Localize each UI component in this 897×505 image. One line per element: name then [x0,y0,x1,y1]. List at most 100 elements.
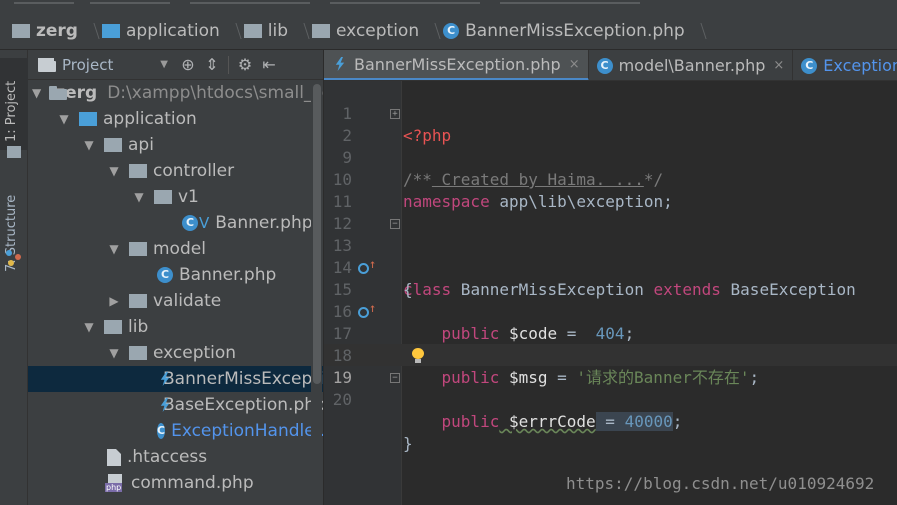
structure-icon [6,250,22,266]
code-line: 12 [324,191,897,233]
tree-item-model[interactable]: ▼ model [28,236,323,262]
tree-item-label: lib [128,317,149,337]
tree-item-label: ExceptionHandler.p [171,421,323,441]
project-view-label: Project [62,55,114,74]
tree-item-lib[interactable]: ▼ lib [28,314,323,340]
folder-icon [129,294,147,308]
tree-item-command-php[interactable]: command.php [28,470,323,496]
breadcrumb-label: exception [336,20,420,41]
breadcrumb-item-file[interactable]: C BannerMissException.php [443,12,685,49]
breadcrumb-item-exception[interactable]: exception [312,12,419,49]
overrides-icon[interactable]: ↑ [358,302,380,319]
gear-icon[interactable]: ⚙ [233,53,257,77]
tree-item-validate[interactable]: ▶ validate [28,288,323,314]
tree-item-label: Banner.php [179,265,277,285]
tree-item-exception-handler[interactable]: C ExceptionHandler.p [28,418,323,444]
breadcrumb-label: BannerMissException.php [465,20,685,41]
tree-item-label: BaseException.php [163,395,323,415]
breadcrumb-item-application[interactable]: application [101,12,220,49]
collapse-all-icon[interactable]: ⇕ [200,53,224,77]
hide-panel-icon[interactable]: ⇤ [257,53,281,77]
folder-icon [129,242,147,256]
breadcrumb-label: lib [267,20,289,41]
tree-item-htaccess[interactable]: .htaccess [28,444,323,470]
expand-arrow-icon[interactable]: ▼ [82,320,96,334]
overrides-icon[interactable]: ↑ [358,258,380,275]
breadcrumb-item-lib[interactable]: lib [243,12,289,49]
file-icon [107,448,121,466]
semicolon: ; [672,412,683,431]
tree-item-label: application [103,109,197,129]
code-area[interactable]: 1 <?php 2 + /** Created by Haima. ...*/ … [324,81,897,505]
tab-label: ExceptionH [823,56,897,75]
tab-exception-handler[interactable]: C ExceptionH [793,50,897,80]
locate-file-icon[interactable]: ⊕ [176,53,200,77]
tab-label: model\Banner.php [618,56,766,75]
expand-arrow-icon[interactable]: ▼ [82,138,96,152]
tree-item-label: BannerMissExcepti [163,369,323,389]
code-line: 19 public $errrCode = 40000; [324,345,897,431]
expand-arrow-icon[interactable]: ▼ [107,164,121,178]
brace-close: } [403,434,413,453]
tree-item-controller-banner[interactable]: C V Banner.php [28,210,323,236]
editor: BannerMissException.php × C model\Banner… [324,50,897,505]
project-scrollbar-thumb[interactable] [313,84,321,384]
tool-window-stripe: 1: Project 7: Structure [0,50,28,505]
vcs-badge: V [199,214,210,232]
expand-arrow-icon[interactable]: ▶ [107,294,121,308]
tree-item-label: command.php [131,473,254,493]
close-icon[interactable]: × [773,58,784,73]
breadcrumb-item-zerg[interactable]: zerg [12,12,78,49]
breadcrumb-label: zerg [36,20,78,41]
folder-icon [129,346,147,360]
code-line: 14 { [324,235,897,299]
folder-icon [104,320,122,334]
class-icon: C [443,22,460,39]
code-line: 10 namespace app\lib\exception; [324,147,897,211]
expand-arrow-icon[interactable]: ▼ [57,112,71,126]
code-line: 18 [324,323,897,365]
class-icon: C [182,215,198,231]
expand-arrow-icon[interactable]: ▼ [107,242,121,256]
tree-item-api[interactable]: ▼ api [28,132,323,158]
tree-item-model-banner[interactable]: C Banner.php [28,262,323,288]
fold-collapse-icon[interactable]: − [390,219,400,229]
fold-end-icon[interactable]: − [390,373,400,383]
project-view-selector[interactable]: Project ▼ [28,56,176,74]
folder-icon [101,23,120,38]
folder-icon [243,23,262,38]
tree-item-label: v1 [178,187,199,207]
expand-arrow-icon[interactable]: ▼ [107,346,121,360]
code-line: 15 ↑ public $code = 404; [324,257,897,343]
tree-item-v1[interactable]: ▼ v1 [28,184,323,210]
breadcrumb-separator [296,19,306,43]
code-line: 1 <?php [324,81,897,145]
expand-arrow-icon[interactable]: ▼ [32,86,41,100]
tree-item-base-exception[interactable]: BaseException.php [28,392,323,418]
tree-item-zerg[interactable]: ▼ zerg D:\xampp\htdocs\small_p [28,80,323,106]
lightbulb-icon[interactable] [411,348,425,364]
tab-banner-miss-exception[interactable]: BannerMissException.php × [324,50,589,80]
tree-item-label: Banner.php [215,213,313,233]
public-keyword: public [441,412,500,431]
code-line: 13 − class BannerMissException extends B… [324,213,897,299]
breadcrumb-label: application [125,20,220,41]
breadcrumb-separator [228,19,238,43]
tree-item-application[interactable]: ▼ application [28,106,323,132]
tree-item-exception[interactable]: ▼ exception [28,340,323,366]
expand-arrow-icon[interactable]: ▼ [132,190,146,204]
project-tool-tab[interactable]: 1: Project [4,62,19,142]
exception-icon [332,56,348,72]
fold-expand-icon[interactable]: + [390,109,400,119]
tree-item-label: model [153,239,206,259]
close-icon[interactable]: × [569,57,580,72]
project-panel-header: Project ▼ ⊕ ⇕ ⚙ ⇤ [28,50,323,80]
code-line: 9 [324,125,897,167]
code-line: 16 [324,279,897,321]
header-divider [228,55,229,74]
tree-item-controller[interactable]: ▼ controller [28,158,323,184]
folder-icon [79,112,97,126]
line-number: 20 [332,390,352,409]
tree-item-banner-miss-exception[interactable]: BannerMissExcepti [28,366,323,392]
tab-model-banner[interactable]: C model\Banner.php × [589,50,794,80]
